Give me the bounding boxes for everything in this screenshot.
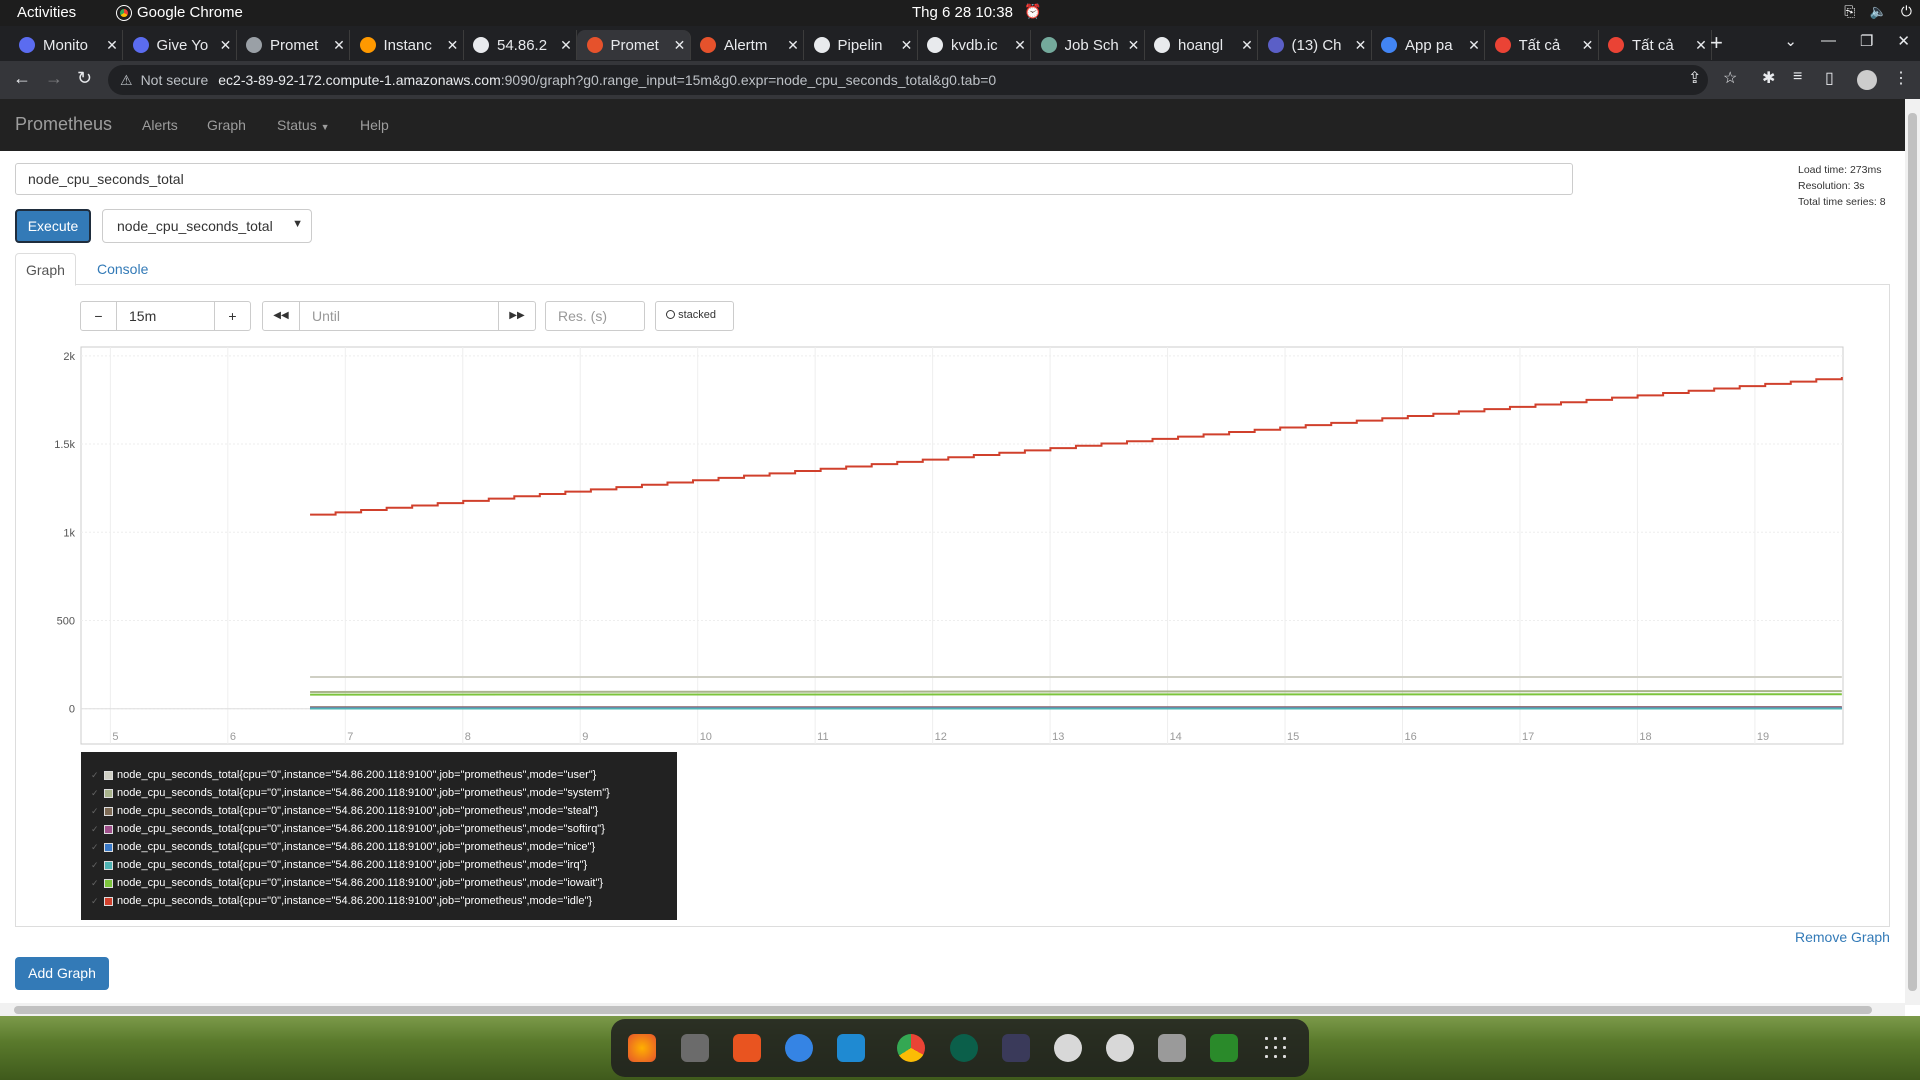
series-line — [310, 690, 1842, 693]
legend-swatch — [104, 860, 113, 870]
horizontal-scrollbar[interactable] — [0, 1003, 1905, 1016]
legend-label: node_cpu_seconds_total{cpu="0",instance=… — [117, 859, 588, 871]
trash-icon[interactable] — [1210, 1034, 1238, 1062]
legend-label: node_cpu_seconds_total{cpu="0",instance=… — [117, 823, 605, 835]
legend-label: node_cpu_seconds_total{cpu="0",instance=… — [117, 805, 599, 817]
legend-swatch — [104, 842, 113, 852]
check-icon: ✓ — [91, 895, 99, 906]
legend-item[interactable]: ✓ node_cpu_seconds_total{cpu="0",instance… — [81, 838, 677, 856]
check-icon: ✓ — [91, 787, 99, 798]
check-icon: ✓ — [91, 859, 99, 870]
x-tick-label: 5 — [112, 731, 118, 743]
horizontal-scroll-thumb[interactable] — [14, 1006, 1872, 1014]
vertical-scroll-thumb[interactable] — [1908, 113, 1917, 991]
software-center-icon[interactable] — [733, 1034, 761, 1062]
legend-swatch — [104, 896, 113, 906]
x-tick-label: 13 — [1052, 731, 1064, 743]
add-graph-button[interactable]: Add Graph — [15, 957, 109, 990]
x-tick-label: 14 — [1170, 731, 1182, 743]
check-icon: ✓ — [91, 841, 99, 852]
x-tick-label: 7 — [347, 731, 353, 743]
check-icon: ✓ — [91, 805, 99, 816]
x-tick-label: 8 — [465, 731, 471, 743]
legend-swatch — [104, 788, 113, 798]
help-icon[interactable] — [785, 1034, 813, 1062]
check-icon: ✓ — [91, 823, 99, 834]
disc-icon-2[interactable] — [1106, 1034, 1134, 1062]
legend-swatch — [104, 824, 113, 834]
remove-graph-link[interactable]: Remove Graph — [1795, 929, 1890, 945]
files-icon[interactable] — [681, 1034, 709, 1062]
y-tick-label: 500 — [57, 615, 75, 627]
legend-item[interactable]: ✓ node_cpu_seconds_total{cpu="0",instance… — [81, 856, 677, 874]
x-tick-label: 10 — [700, 731, 712, 743]
vscode-icon[interactable] — [837, 1034, 865, 1062]
save-drive-icon[interactable] — [1158, 1034, 1186, 1062]
y-tick-label: 2k — [63, 351, 75, 363]
legend-label: node_cpu_seconds_total{cpu="0",instance=… — [117, 787, 610, 799]
text-editor-icon[interactable] — [1002, 1034, 1030, 1062]
x-tick-label: 18 — [1639, 731, 1651, 743]
legend-item[interactable]: ✓ node_cpu_seconds_total{cpu="0",instance… — [81, 874, 677, 892]
x-tick-label: 12 — [935, 731, 947, 743]
gitkraken-icon[interactable] — [950, 1034, 978, 1062]
cpu-time-series-graph: 5 6 7 8 9 10 11 12 13 14 15 16 17 18 19 0 500 1k 1.5k 2k — [54, 346, 1844, 745]
y-tick-label: 1.5k — [54, 439, 75, 451]
legend-label: node_cpu_seconds_total{cpu="0",instance=… — [117, 877, 604, 889]
legend-label: node_cpu_seconds_total{cpu="0",instance=… — [117, 841, 596, 853]
legend-label: node_cpu_seconds_total{cpu="0",instance=… — [117, 769, 597, 781]
x-tick-label: 19 — [1757, 731, 1769, 743]
x-tick-label: 16 — [1405, 731, 1417, 743]
y-tick-label: 0 — [69, 704, 75, 716]
x-tick-label: 17 — [1522, 731, 1534, 743]
check-icon: ✓ — [91, 877, 99, 888]
legend-label: node_cpu_seconds_total{cpu="0",instance=… — [117, 895, 593, 907]
firefox-icon[interactable] — [628, 1034, 656, 1062]
chrome-dock-icon[interactable] — [897, 1034, 925, 1062]
x-tick-label: 9 — [582, 731, 588, 743]
x-tick-label: 11 — [817, 731, 828, 743]
graph-legend: ✓ node_cpu_seconds_total{cpu="0",instance… — [81, 752, 677, 920]
legend-item[interactable]: ✓ node_cpu_seconds_total{cpu="0",instance… — [81, 820, 677, 838]
x-tick-label: 6 — [230, 731, 236, 743]
legend-item[interactable]: ✓ node_cpu_seconds_total{cpu="0",instance… — [81, 802, 677, 820]
legend-item[interactable]: ✓ node_cpu_seconds_total{cpu="0",instance… — [81, 766, 677, 784]
legend-swatch — [104, 806, 113, 816]
legend-swatch — [104, 878, 113, 888]
legend-item[interactable]: ✓ node_cpu_seconds_total{cpu="0",instance… — [81, 784, 677, 802]
x-tick-label: 15 — [1287, 731, 1299, 743]
app-grid-icon[interactable] — [1262, 1034, 1290, 1062]
y-tick-label: 1k — [63, 527, 75, 539]
disc-icon[interactable] — [1054, 1034, 1082, 1062]
check-icon: ✓ — [91, 769, 99, 780]
vertical-scrollbar[interactable] — [1905, 99, 1920, 1005]
legend-item[interactable]: ✓ node_cpu_seconds_total{cpu="0",instance… — [81, 892, 677, 910]
legend-swatch — [104, 770, 113, 780]
